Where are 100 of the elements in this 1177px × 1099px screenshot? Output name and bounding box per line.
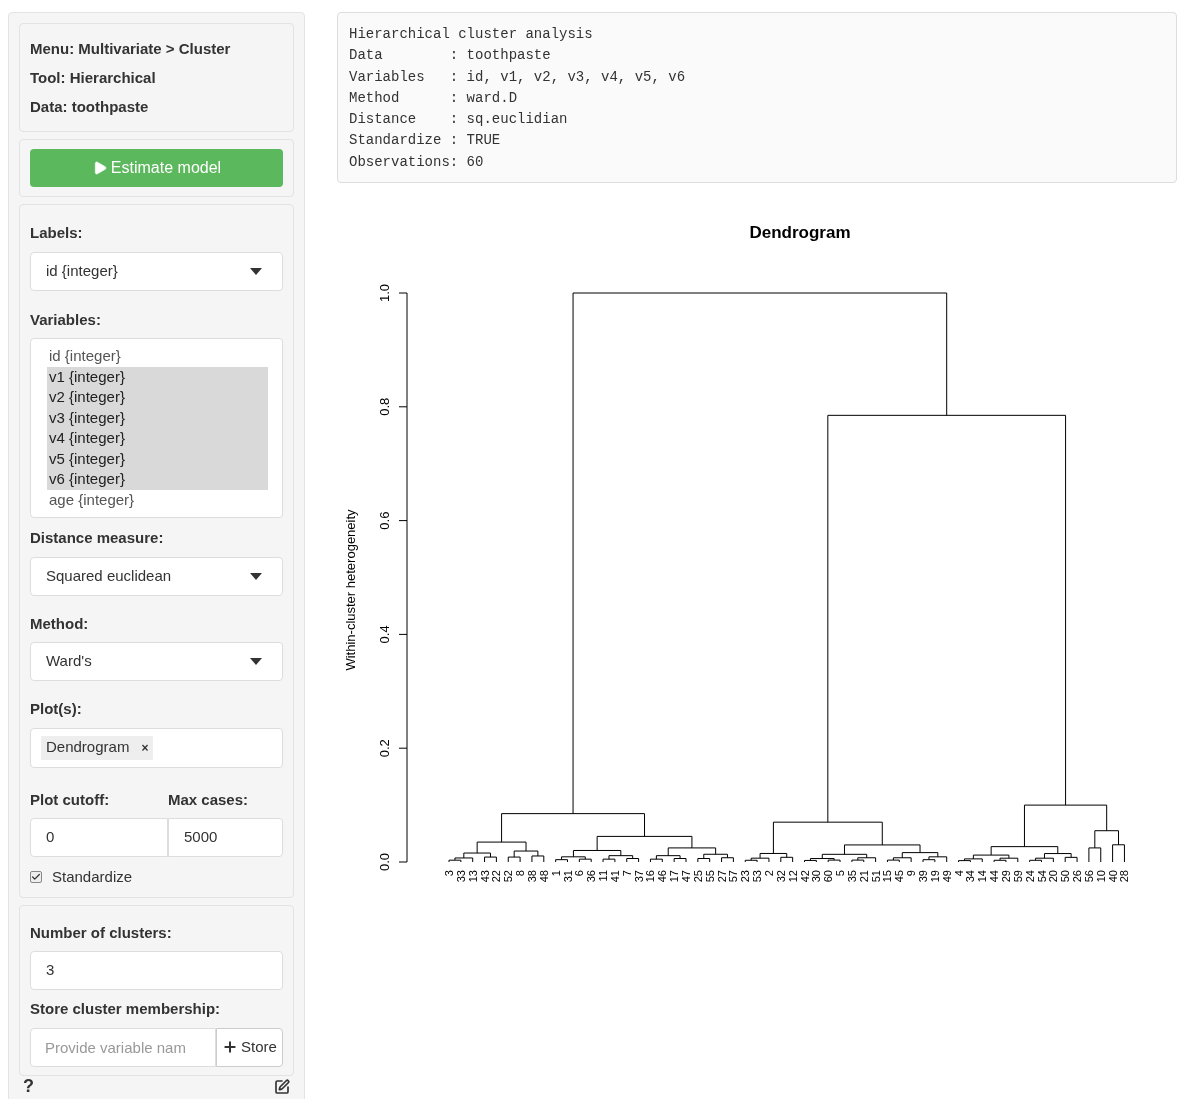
axis-tick-label: 0.8 <box>377 397 392 416</box>
field-label: Distance measure: <box>30 528 165 548</box>
leaf-label: 50 <box>1059 870 1072 883</box>
list-option[interactable]: v5 {integer} <box>47 448 268 469</box>
standardize-checkbox[interactable] <box>30 871 42 884</box>
list-option[interactable]: v1 {integer} <box>47 366 268 387</box>
leaf-label: 55 <box>703 870 716 883</box>
leaf-label: 36 <box>585 870 598 883</box>
leaf-label: 23 <box>739 870 752 883</box>
leaf-label: 53 <box>751 870 764 883</box>
axis-tick-label: 0.2 <box>377 739 392 758</box>
axis-tick-label: 0.6 <box>377 511 392 530</box>
caret-icon <box>250 658 262 665</box>
max-cases-input[interactable]: 5000 <box>168 818 283 857</box>
leaf-label: 43 <box>478 870 491 883</box>
leaf-label: 35 <box>845 870 858 883</box>
plots-field[interactable]: Dendrogram × <box>30 727 283 768</box>
plot-tag: Dendrogram <box>46 736 130 759</box>
leaf-label: 42 <box>798 870 811 883</box>
field-label: Plot cutoff: <box>30 789 111 810</box>
leaf-label: 54 <box>1035 870 1048 883</box>
leaf-label: 21 <box>857 870 870 883</box>
leaf-label: 10 <box>1094 870 1107 883</box>
list-option[interactable]: age {integer} <box>47 489 268 510</box>
leaf-label: 47 <box>680 870 692 883</box>
field-label: Max cases: <box>168 789 250 810</box>
axis-label: Within-cluster heterogeneity <box>343 509 358 671</box>
list-option[interactable]: v6 {integer} <box>47 469 268 490</box>
leaf-label: 13 <box>466 870 479 883</box>
leaf-label: 31 <box>561 870 574 883</box>
leaf-label: 7 <box>620 870 633 877</box>
leaf-label: 51 <box>869 870 882 883</box>
leaf-label: 6 <box>573 870 586 877</box>
field-label: Plot(s): <box>30 699 83 719</box>
list-option[interactable]: id {integer} <box>47 346 268 367</box>
leaf-label: 20 <box>1047 870 1060 883</box>
leaf-label: 16 <box>644 870 657 883</box>
leaf-label: 39 <box>917 870 929 883</box>
checkbox-label: Standardize <box>52 867 133 887</box>
leaf-label: 2 <box>762 870 775 877</box>
list-option[interactable]: v3 {integer} <box>47 407 268 428</box>
leaf-label: 3 <box>443 870 455 877</box>
method-select[interactable]: Ward's <box>30 642 283 681</box>
leaf-label: 41 <box>608 870 621 883</box>
leaf-label: 25 <box>691 870 704 883</box>
field-label: Number of clusters: <box>30 922 173 943</box>
store-button[interactable]: Store <box>216 1027 283 1067</box>
remove-tag-button[interactable]: × <box>141 738 149 757</box>
leaf-label: 38 <box>525 870 538 883</box>
leaf-label: 32 <box>774 870 787 883</box>
list-option[interactable]: v2 {integer} <box>47 387 268 408</box>
leaf-label: 8 <box>514 870 527 877</box>
leaf-label: 27 <box>715 870 728 883</box>
info-text: Tool: Hierarchical <box>30 68 157 88</box>
caret-icon <box>250 572 262 580</box>
leaf-label: 30 <box>810 870 823 883</box>
leaf-label: 56 <box>1082 870 1095 883</box>
list-option[interactable]: v4 {integer} <box>47 428 268 449</box>
leaf-label: 9 <box>905 870 918 877</box>
leaf-label: 12 <box>786 870 799 883</box>
leaf-label: 60 <box>822 870 835 883</box>
leaf-label: 5 <box>834 870 847 877</box>
labels-select[interactable]: id {integer} <box>30 251 283 291</box>
field-label: Labels: <box>30 223 84 243</box>
leaf-label: 33 <box>454 870 467 883</box>
leaf-label: 28 <box>1118 870 1131 883</box>
info-text: Data: toothpaste <box>30 97 150 117</box>
edit-icon[interactable] <box>274 1078 290 1095</box>
distance-select[interactable]: Squared euclidean <box>30 556 283 596</box>
leaf-label: 19 <box>928 870 941 883</box>
leaf-label: 48 <box>537 870 550 883</box>
field-label: Store cluster membership: <box>30 999 222 1019</box>
cutoff-input[interactable]: 0 <box>30 818 168 857</box>
variable-name-input[interactable]: Provide variable nam <box>30 1027 216 1067</box>
chart-title: Dendrogram <box>749 223 851 243</box>
leaf-label: 34 <box>964 870 977 883</box>
leaf-label: 37 <box>632 870 645 883</box>
leaf-label: 29 <box>999 870 1012 883</box>
leaf-label: 59 <box>1011 870 1024 883</box>
caret-icon <box>250 267 262 275</box>
leaf-label: 1 <box>549 870 562 877</box>
clusters-input[interactable]: 3 <box>30 951 283 990</box>
axis-tick-label: 1.0 <box>377 284 392 303</box>
leaf-label: 40 <box>1106 870 1119 883</box>
leaf-label: 17 <box>668 870 681 883</box>
leaf-label: 24 <box>1023 870 1036 883</box>
variables-listbox[interactable]: id {integer} v1 {integer} v2 {integer} v3 {integer} v4 {integer} v5 {integer} v6 {integer} age {integer} <box>30 338 283 518</box>
leaf-label: 57 <box>727 870 740 883</box>
axis-tick-label: 0.0 <box>377 853 392 872</box>
axis-tick-label: 0.4 <box>377 625 392 644</box>
field-label: Method: <box>30 613 90 634</box>
leaf-label: 44 <box>988 870 1001 883</box>
leaf-label: 15 <box>881 870 894 883</box>
info-text: Menu: Multivariate > Cluster <box>30 39 232 59</box>
output-text: Hierarchical cluster analysis Data : toothpaste Variables : id, v1, v2, v3, v4, v5, v6 Method : ward.D Distance : sq.euclidian Standardize : TRUE Observations: 60 <box>337 12 1177 184</box>
help-link[interactable]: ? <box>23 1073 34 1099</box>
leaf-label: 45 <box>893 870 906 883</box>
leaf-label: 4 <box>952 870 965 877</box>
leaf-label: 14 <box>976 870 989 883</box>
leaf-label: 46 <box>656 870 669 883</box>
